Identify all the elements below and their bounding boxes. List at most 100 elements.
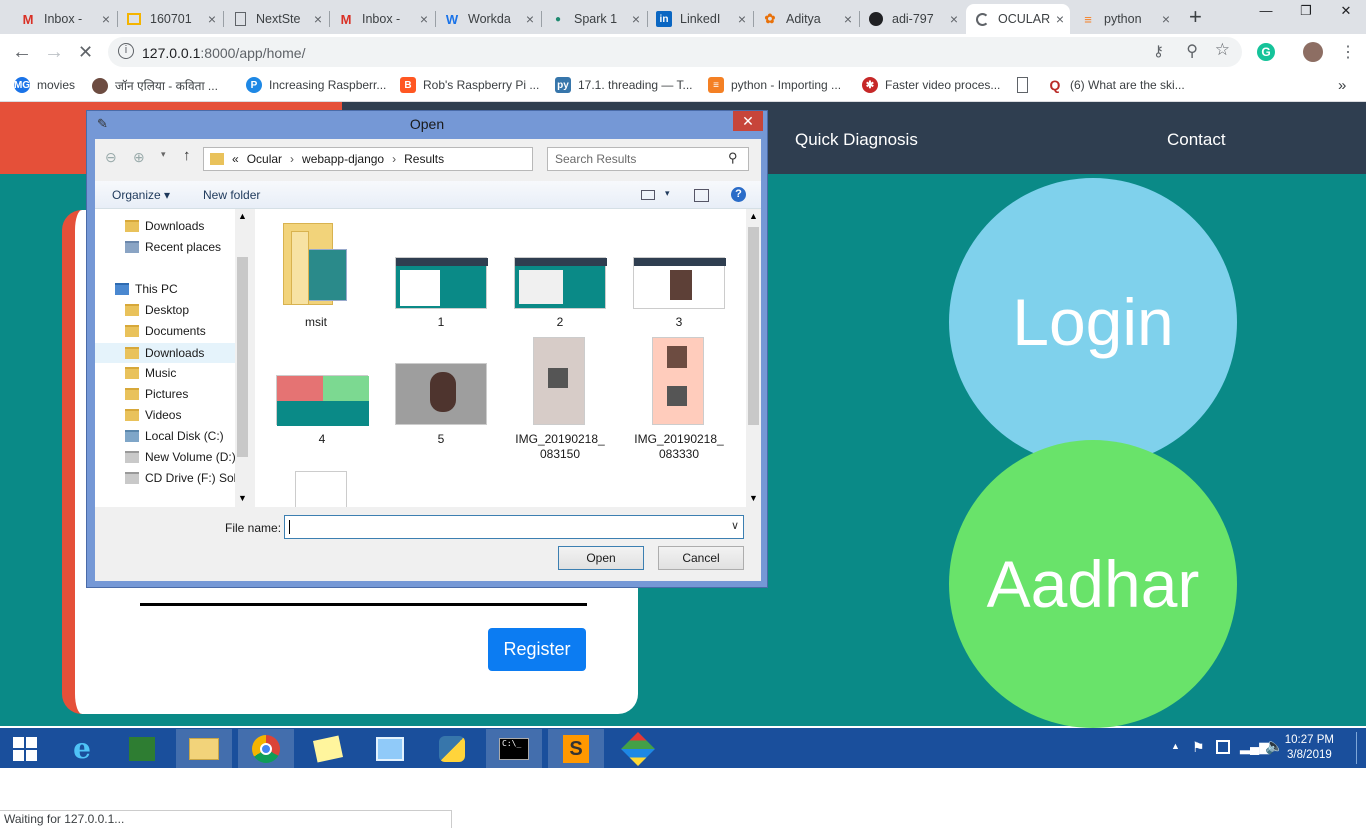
- scrollbar-thumb[interactable]: [237, 257, 248, 457]
- close-icon[interactable]: ×: [208, 11, 216, 27]
- bookmark[interactable]: B Rob's Raspberry Pi ...: [400, 77, 539, 93]
- tab[interactable]: M Inbox - ×: [12, 4, 116, 34]
- nav-scrollbar[interactable]: ▲ ▼: [235, 209, 250, 507]
- login-button[interactable]: Login: [949, 178, 1237, 466]
- tab[interactable]: M Inbox - ×: [330, 4, 434, 34]
- bookmark[interactable]: जॉन एलिया - कविता ...: [92, 77, 218, 94]
- tab[interactable]: 160701 ×: [118, 4, 222, 34]
- aadhar-button[interactable]: Aadhar: [949, 440, 1237, 728]
- nav-item-this-pc[interactable]: This PC: [115, 282, 178, 296]
- nav-item-new-volume[interactable]: New Volume (D:): [125, 450, 236, 464]
- preview-pane-icon[interactable]: [694, 189, 709, 202]
- tab-active[interactable]: OCULAR ×: [966, 4, 1070, 34]
- nav-item-local-disk[interactable]: Local Disk (C:): [125, 429, 224, 443]
- more-bookmarks-button[interactable]: »: [1338, 77, 1346, 94]
- breadcrumb[interactable]: « Ocular › webapp-django › Results ∨ ↻: [203, 147, 643, 171]
- restore-button[interactable]: ❐: [1286, 0, 1326, 24]
- tab[interactable]: ● Spark 1 ×: [542, 4, 646, 34]
- close-icon[interactable]: ×: [738, 11, 746, 27]
- menu-icon[interactable]: ⋮: [1340, 42, 1356, 62]
- zoom-icon[interactable]: ⚲: [1186, 41, 1198, 61]
- new-tab-button[interactable]: +: [1189, 4, 1202, 30]
- taskbar-sublime[interactable]: S: [548, 729, 604, 768]
- clock[interactable]: 10:27 PM 3/8/2019: [1285, 733, 1334, 763]
- search-icon[interactable]: ⚲: [728, 150, 738, 166]
- open-button[interactable]: Open: [558, 546, 644, 570]
- start-button[interactable]: [0, 729, 50, 768]
- flag-icon[interactable]: ⚑: [1192, 739, 1205, 756]
- breadcrumb-item[interactable]: Ocular: [247, 152, 282, 166]
- taskbar-ie[interactable]: e: [54, 729, 110, 768]
- close-icon[interactable]: ×: [1056, 11, 1064, 27]
- grammarly-icon[interactable]: G: [1257, 43, 1275, 61]
- close-icon[interactable]: ×: [420, 11, 428, 27]
- up-arrow-icon[interactable]: ↑: [183, 147, 191, 164]
- minimize-button[interactable]: —: [1246, 0, 1286, 24]
- view-icon[interactable]: [641, 190, 655, 200]
- forward-button[interactable]: →: [44, 40, 64, 64]
- bookmark[interactable]: Q (6) What are the ski...: [1047, 77, 1185, 93]
- register-button[interactable]: Register: [488, 628, 586, 671]
- tab[interactable]: W Workda ×: [436, 4, 540, 34]
- taskbar-chrome[interactable]: [238, 729, 294, 768]
- taskbar-control-panel[interactable]: [362, 729, 418, 768]
- nav-contact[interactable]: Contact: [1167, 130, 1226, 150]
- recent-dropdown-icon[interactable]: ▾: [161, 149, 166, 160]
- nav-item-pictures[interactable]: Pictures: [125, 387, 188, 401]
- organize-button[interactable]: Organize ▾: [112, 188, 170, 202]
- bookmark[interactable]: MG movies: [14, 77, 75, 93]
- tab[interactable]: in LinkedI ×: [648, 4, 752, 34]
- scroll-down-icon[interactable]: ▼: [238, 493, 247, 503]
- nav-item-documents[interactable]: Documents: [125, 324, 206, 338]
- info-icon[interactable]: i: [118, 43, 134, 59]
- taskbar-sticky-notes[interactable]: [300, 729, 356, 768]
- nav-item-downloads[interactable]: Downloads: [125, 219, 204, 233]
- taskbar-app[interactable]: [610, 729, 666, 768]
- taskbar-cmd[interactable]: C:\_: [486, 729, 542, 768]
- volume-icon[interactable]: 🔈: [1265, 737, 1284, 755]
- bookmark[interactable]: P Increasing Raspberr...: [246, 77, 386, 93]
- nav-item-videos[interactable]: Videos: [125, 408, 181, 422]
- help-icon[interactable]: ?: [731, 187, 746, 202]
- cancel-button[interactable]: Cancel: [658, 546, 744, 570]
- file-item[interactable]: 3: [624, 315, 734, 329]
- battery-icon[interactable]: [1216, 740, 1230, 754]
- nav-item-desktop[interactable]: Desktop: [125, 303, 189, 317]
- forward-arrow-icon[interactable]: ⊕: [133, 149, 145, 166]
- key-icon[interactable]: ⚷: [1153, 42, 1164, 60]
- star-icon[interactable]: ☆: [1215, 40, 1230, 60]
- breadcrumb-item[interactable]: webapp-django: [302, 152, 384, 166]
- scroll-down-icon[interactable]: ▼: [749, 493, 758, 503]
- stop-button[interactable]: ✕: [78, 40, 93, 64]
- file-item[interactable]: IMG_20190218_083150: [505, 432, 615, 462]
- nav-item-downloads-selected[interactable]: Downloads: [95, 343, 235, 363]
- nav-quick-diagnosis[interactable]: Quick Diagnosis: [795, 130, 918, 150]
- scroll-up-icon[interactable]: ▲: [238, 211, 247, 221]
- new-folder-button[interactable]: New folder: [203, 188, 260, 202]
- nav-item-recent-places[interactable]: Recent places: [125, 240, 221, 254]
- taskbar-python[interactable]: [424, 729, 480, 768]
- close-icon[interactable]: ×: [950, 11, 958, 27]
- dialog-close-button[interactable]: ✕: [733, 111, 763, 131]
- bookmark[interactable]: py 17.1. threading — T...: [555, 77, 693, 93]
- taskbar-explorer[interactable]: [176, 729, 232, 768]
- close-icon[interactable]: ×: [314, 11, 322, 27]
- file-item[interactable]: 5: [386, 432, 496, 446]
- file-item[interactable]: 2: [505, 315, 615, 329]
- close-icon[interactable]: ×: [1162, 11, 1170, 27]
- view-dropdown-icon[interactable]: ▾: [665, 188, 670, 199]
- file-list-scrollbar[interactable]: ▲ ▼: [746, 209, 761, 507]
- avatar[interactable]: [1303, 42, 1323, 62]
- search-input[interactable]: Search Results: [547, 147, 749, 171]
- tab[interactable]: ✿ Aditya ×: [754, 4, 858, 34]
- address-bar[interactable]: i 127.0.0.1:8000/app/home/ ⚷ ⚲ ☆: [108, 37, 1242, 67]
- tab[interactable]: adi-797 ×: [860, 4, 964, 34]
- file-item[interactable]: 4: [267, 432, 377, 446]
- scroll-up-icon[interactable]: ▲: [749, 211, 758, 221]
- show-hidden-icons[interactable]: ▲: [1171, 741, 1180, 751]
- bookmark[interactable]: ✱ Faster video proces...: [862, 77, 1000, 93]
- nav-item-music[interactable]: Music: [125, 366, 176, 380]
- bookmark[interactable]: ≡ python - Importing ...: [708, 77, 841, 93]
- close-icon[interactable]: ×: [844, 11, 852, 27]
- taskbar-store[interactable]: [114, 729, 170, 768]
